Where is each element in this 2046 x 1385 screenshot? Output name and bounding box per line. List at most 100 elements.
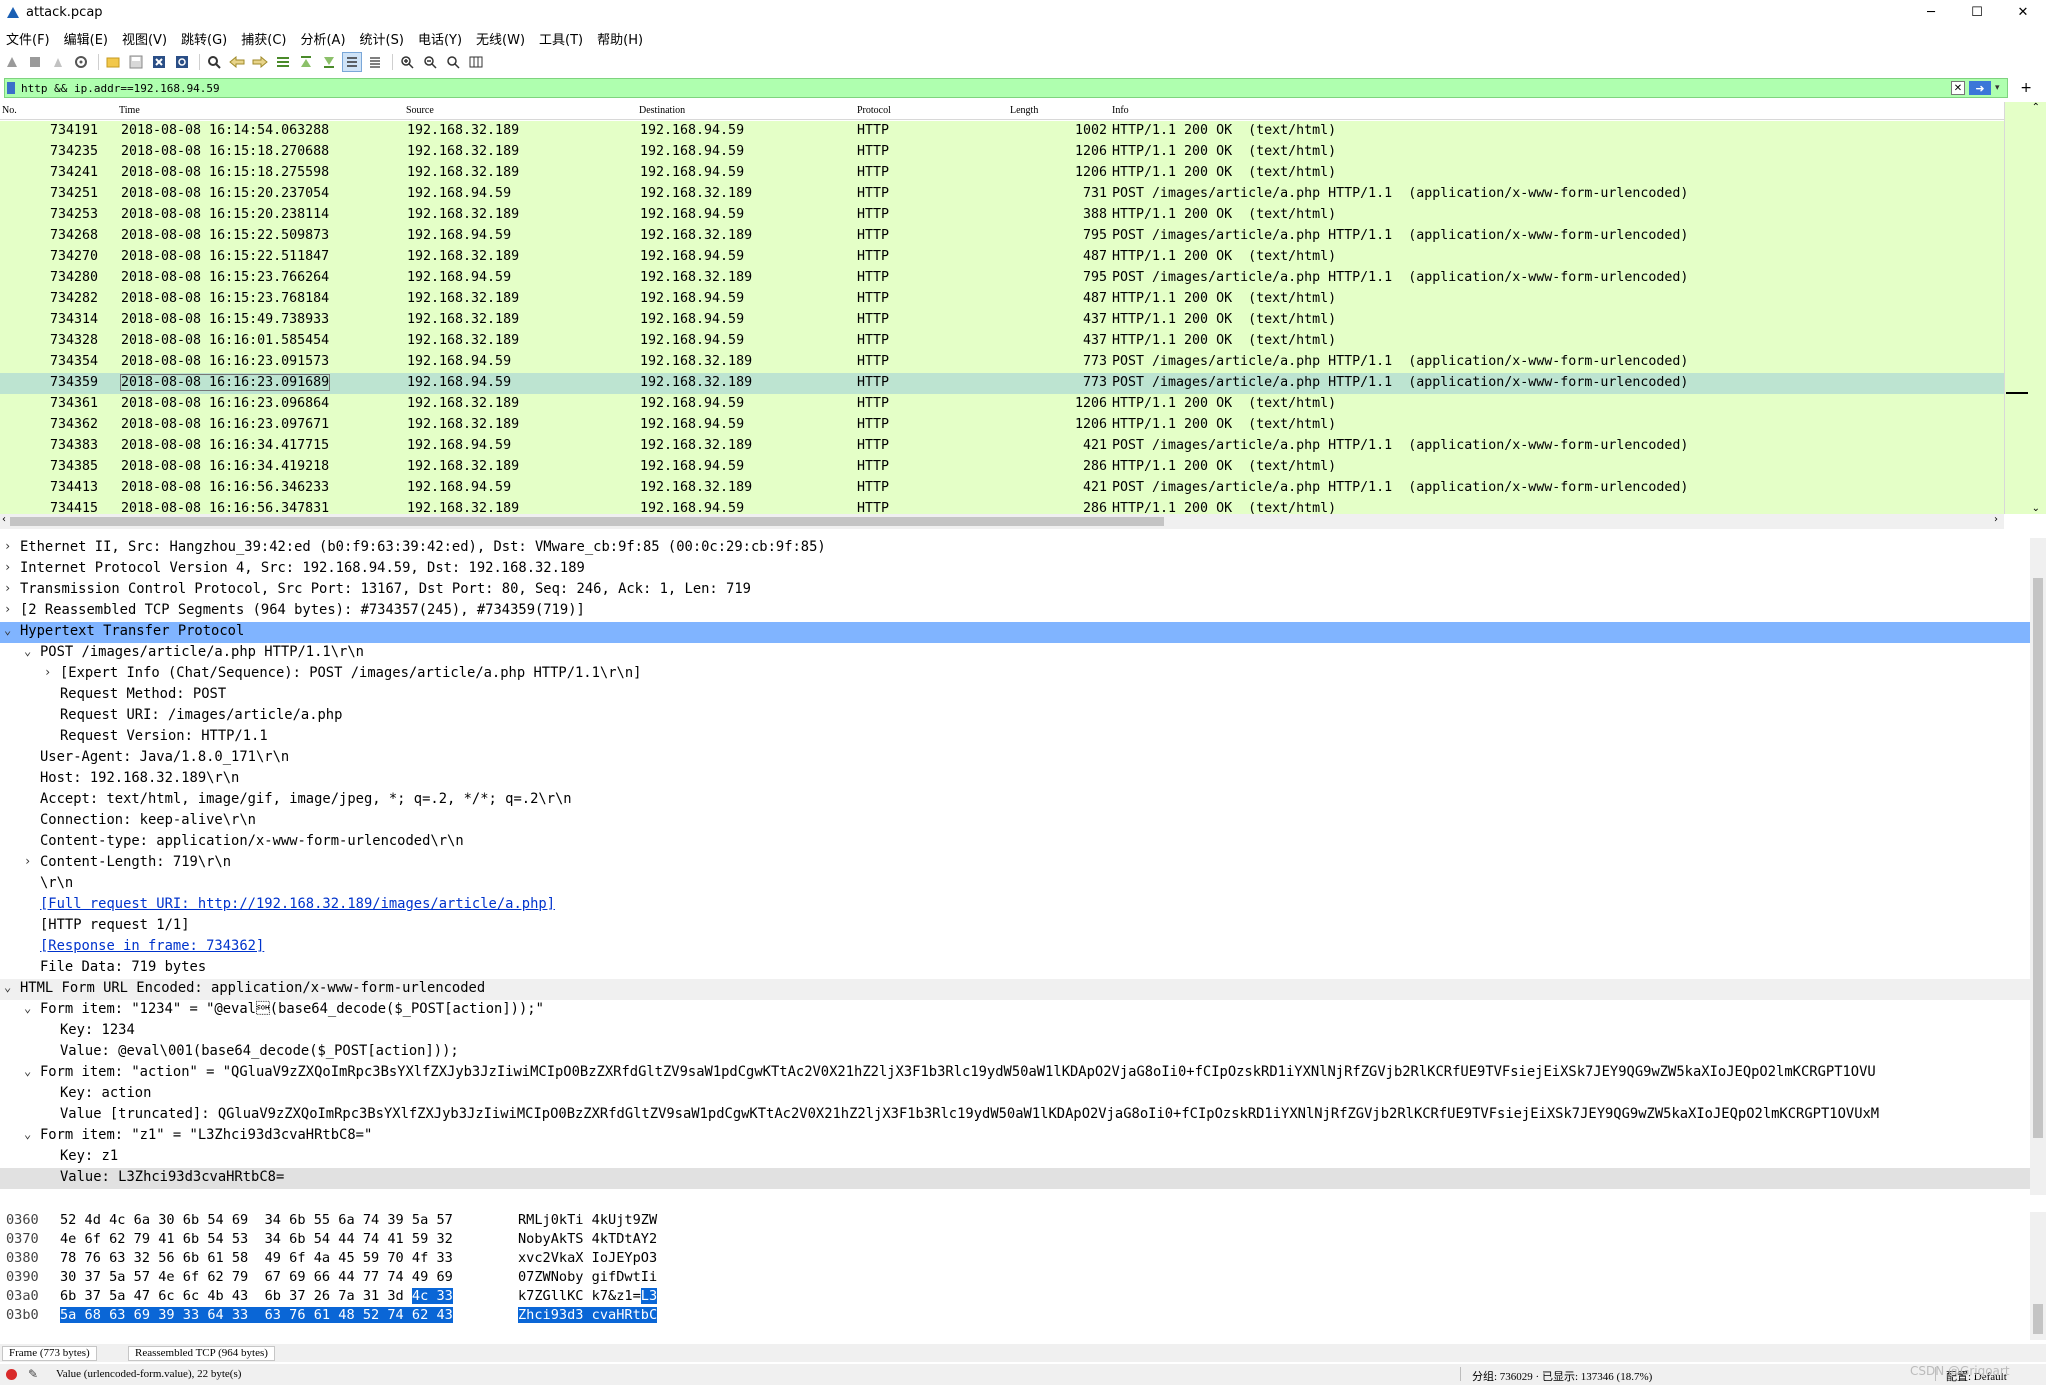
packet-row[interactable]: 734251 2018-08-08 16:15:20.237054 192.168.… bbox=[0, 184, 2004, 205]
packet-row[interactable]: 734383 2018-08-08 16:16:34.417715 192.168.… bbox=[0, 436, 2004, 457]
scroll-left-icon[interactable]: ‹ bbox=[2, 514, 6, 525]
go-forward-icon[interactable] bbox=[250, 52, 270, 72]
column-header-protocol[interactable]: Protocol bbox=[857, 105, 891, 116]
zoom-in-icon[interactable] bbox=[397, 52, 417, 72]
menu-telephony[interactable]: 电话(Y) bbox=[412, 29, 470, 48]
detail-tree-item[interactable]: [HTTP request 1/1] bbox=[0, 916, 2030, 937]
close-button[interactable]: ✕ bbox=[2000, 0, 2046, 24]
tab-reassembled-tcp[interactable]: Reassembled TCP (964 bytes) bbox=[128, 1346, 275, 1361]
menu-file[interactable]: 文件(F) bbox=[0, 29, 58, 48]
menu-wireless[interactable]: 无线(W) bbox=[470, 29, 533, 48]
detail-tree-item[interactable]: Host: 192.168.32.189\r\n bbox=[0, 769, 2030, 790]
detail-tree-item[interactable]: › [Expert Info (Chat/Sequence): POST /ima… bbox=[0, 664, 2030, 685]
detail-tree-item[interactable]: [Full request URI: http://192.168.32.189… bbox=[0, 895, 2030, 916]
reload-file-icon[interactable] bbox=[172, 52, 192, 72]
bytes-scrollbar[interactable] bbox=[2030, 1212, 2046, 1340]
chevron-down-icon[interactable]: ⌄ bbox=[24, 644, 31, 658]
first-packet-icon[interactable] bbox=[296, 52, 316, 72]
detail-tree-item[interactable]: Connection: keep-alive\r\n bbox=[0, 811, 2030, 832]
packet-row[interactable]: 734270 2018-08-08 16:15:22.511847 192.168.… bbox=[0, 247, 2004, 268]
scroll-down-icon[interactable]: ⌄ bbox=[2032, 503, 2040, 514]
details-scrollbar[interactable] bbox=[2030, 538, 2046, 1195]
packet-row[interactable]: 734241 2018-08-08 16:15:18.275598 192.168.… bbox=[0, 163, 2004, 184]
normal-size-icon[interactable] bbox=[443, 52, 463, 72]
save-file-icon[interactable] bbox=[126, 52, 146, 72]
packet-row[interactable]: 734253 2018-08-08 16:15:20.238114 192.168.… bbox=[0, 205, 2004, 226]
packet-row[interactable]: 734328 2018-08-08 16:16:01.585454 192.168.… bbox=[0, 331, 2004, 352]
column-header-length[interactable]: Length bbox=[1010, 105, 1038, 116]
detail-tree-item[interactable]: Key: z1 bbox=[0, 1147, 2030, 1168]
menu-tools[interactable]: 工具(T) bbox=[533, 29, 591, 48]
chevron-down-icon[interactable]: ⌄ bbox=[24, 1127, 31, 1141]
detail-tree-item[interactable]: Request Version: HTTP/1.1 bbox=[0, 727, 2030, 748]
detail-tree-item[interactable]: ⌄ POST /images/article/a.php HTTP/1.1\r\n bbox=[0, 643, 2030, 664]
add-filter-button-icon[interactable]: + bbox=[2020, 80, 2032, 96]
bookmark-icon[interactable] bbox=[7, 82, 15, 94]
apply-filter-icon[interactable]: ➜ bbox=[1969, 81, 1991, 95]
packet-row[interactable]: 734413 2018-08-08 16:16:56.346233 192.168.… bbox=[0, 478, 2004, 499]
tab-frame-bytes[interactable]: Frame (773 bytes) bbox=[2, 1346, 97, 1361]
packet-row[interactable]: 734191 2018-08-08 16:14:54.063288 192.168.… bbox=[0, 121, 2004, 142]
chevron-down-icon[interactable]: ⌄ bbox=[4, 623, 11, 637]
detail-tree-item[interactable]: Request URI: /images/article/a.php bbox=[0, 706, 2030, 727]
detail-tree-item[interactable]: › Transmission Control Protocol, Src Port… bbox=[0, 580, 2030, 601]
chevron-right-icon[interactable]: › bbox=[4, 539, 11, 553]
detail-tree-item[interactable]: ⌄ Form item: "1234" = "@eval(base64_deco… bbox=[0, 1000, 2030, 1021]
packet-row[interactable]: 734385 2018-08-08 16:16:34.419218 192.168.… bbox=[0, 457, 2004, 478]
autoscroll-icon[interactable] bbox=[342, 52, 362, 72]
chevron-right-icon[interactable]: › bbox=[4, 602, 11, 616]
start-capture-icon[interactable] bbox=[2, 52, 22, 72]
packet-row[interactable]: 734359 2018-08-08 16:16:23.091689 192.168.… bbox=[0, 373, 2004, 394]
packet-list-scrollbar[interactable]: ⌃ ⌄ bbox=[2004, 102, 2046, 514]
detail-tree-item[interactable]: User-Agent: Java/1.8.0_171\r\n bbox=[0, 748, 2030, 769]
restart-capture-icon[interactable] bbox=[48, 52, 68, 72]
resize-columns-icon[interactable] bbox=[466, 52, 486, 72]
scroll-right-icon[interactable]: › bbox=[1994, 514, 1998, 525]
menu-go[interactable]: 跳转(G) bbox=[175, 29, 235, 48]
detail-tree-item[interactable]: › [2 Reassembled TCP Segments (964 bytes)… bbox=[0, 601, 2030, 622]
zoom-out-icon[interactable] bbox=[420, 52, 440, 72]
packet-row[interactable]: 734354 2018-08-08 16:16:23.091573 192.168.… bbox=[0, 352, 2004, 373]
detail-tree-item[interactable]: Content-type: application/x-www-form-url… bbox=[0, 832, 2030, 853]
chevron-down-icon[interactable]: ⌄ bbox=[24, 1001, 31, 1015]
capture-options-icon[interactable] bbox=[71, 52, 91, 72]
menu-view[interactable]: 视图(V) bbox=[116, 29, 175, 48]
open-file-icon[interactable] bbox=[103, 52, 123, 72]
clear-filter-icon[interactable]: ✕ bbox=[1951, 81, 1965, 95]
go-to-packet-icon[interactable] bbox=[273, 52, 293, 72]
chevron-right-icon[interactable]: › bbox=[4, 581, 11, 595]
detail-tree-item[interactable]: Accept: text/html, image/gif, image/jpeg… bbox=[0, 790, 2030, 811]
detail-tree-item[interactable]: ⌄ HTML Form URL Encoded: application/x-ww… bbox=[0, 979, 2030, 1000]
detail-link[interactable]: [Full request URI: http://192.168.32.189… bbox=[40, 896, 555, 912]
detail-tree-item[interactable]: › Internet Protocol Version 4, Src: 192.1… bbox=[0, 559, 2030, 580]
detail-tree-item[interactable]: [Response in frame: 734362] bbox=[0, 937, 2030, 958]
menu-statistics[interactable]: 统计(S) bbox=[354, 29, 412, 48]
column-header-source[interactable]: Source bbox=[406, 105, 434, 116]
column-header-no[interactable]: No. bbox=[2, 105, 17, 116]
chevron-down-icon[interactable]: ▾ bbox=[1995, 83, 2007, 93]
bytes-scroll-thumb[interactable] bbox=[2033, 1304, 2043, 1334]
packet-list-hscrollbar[interactable]: ‹ › bbox=[0, 514, 2004, 529]
chevron-down-icon[interactable]: ⌄ bbox=[4, 980, 11, 994]
last-packet-icon[interactable] bbox=[319, 52, 339, 72]
maximize-button[interactable]: ☐ bbox=[1954, 0, 2000, 24]
chevron-right-icon[interactable]: › bbox=[4, 560, 11, 574]
column-header-destination[interactable]: Destination bbox=[639, 105, 685, 116]
menu-capture[interactable]: 捕获(C) bbox=[235, 29, 294, 48]
packet-row[interactable]: 734362 2018-08-08 16:16:23.097671 192.168.… bbox=[0, 415, 2004, 436]
column-header-time[interactable]: Time bbox=[119, 105, 140, 116]
colorize-icon[interactable] bbox=[365, 52, 385, 72]
menu-help[interactable]: 帮助(H) bbox=[591, 29, 651, 48]
detail-tree-item[interactable]: ⌄ Form item: "z1" = "L3Zhci93d3cvaHRtbC8=… bbox=[0, 1126, 2030, 1147]
packet-row[interactable]: 734280 2018-08-08 16:15:23.766264 192.168.… bbox=[0, 268, 2004, 289]
menu-edit[interactable]: 编辑(E) bbox=[58, 29, 116, 48]
packet-row[interactable]: 734314 2018-08-08 16:15:49.738933 192.168.… bbox=[0, 310, 2004, 331]
minimize-button[interactable]: ─ bbox=[1908, 0, 1954, 24]
stop-capture-icon[interactable] bbox=[25, 52, 45, 72]
detail-tree-item[interactable]: \r\n bbox=[0, 874, 2030, 895]
chevron-right-icon[interactable]: › bbox=[44, 665, 51, 679]
detail-tree-item[interactable]: › Ethernet II, Src: Hangzhou_39:42:ed (b0… bbox=[0, 538, 2030, 559]
detail-tree-item[interactable]: › Content-Length: 719\r\n bbox=[0, 853, 2030, 874]
details-scroll-thumb[interactable] bbox=[2033, 578, 2043, 1138]
packet-row[interactable]: 734282 2018-08-08 16:15:23.768184 192.168.… bbox=[0, 289, 2004, 310]
